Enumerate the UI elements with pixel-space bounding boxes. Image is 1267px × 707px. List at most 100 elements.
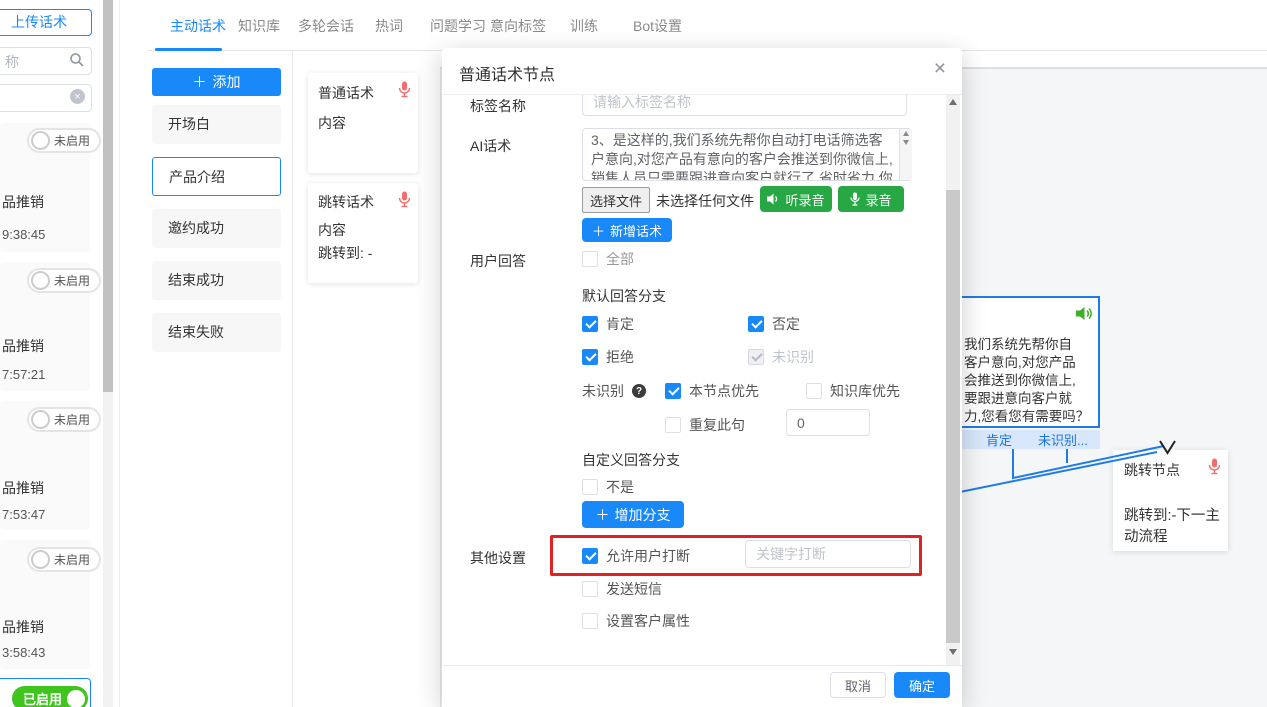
listen-recording-button[interactable]: 听录音 (760, 186, 832, 212)
modal-header: 普通话术节点 × (442, 48, 962, 95)
clear-icon[interactable]: × (70, 89, 85, 104)
add-script-label: 新增话术 (610, 221, 662, 240)
add-flow-button[interactable]: ＋ 添加 (152, 68, 281, 96)
ai-script-textarea[interactable]: 3、是这样的,我们系统先帮你自动打电话筛选客户意向,对您产品有意向的客户会推送到… (582, 128, 912, 181)
enable-toggle[interactable]: 未启用 (27, 547, 101, 572)
node-edit-modal: 普通话术节点 × 标签名称 AI话术 3、是这样的,我们系统先帮你自动打电话筛选… (442, 48, 962, 707)
bubble-text-line: 力,您看您有需要吗？ (964, 405, 1089, 425)
flow-item-end-success[interactable]: 结束成功 (152, 261, 281, 300)
checkbox-row-all: 全部 (582, 250, 634, 268)
add-script-button[interactable]: ＋ 新增话术 (582, 218, 672, 242)
branch-tab-affirm[interactable]: 肯定 (986, 430, 1012, 449)
jump-node-target: 跳转到:-下一主动流程 (1124, 506, 1222, 548)
help-icon[interactable]: ? (632, 384, 646, 398)
choose-file-button[interactable]: 选择文件 (582, 187, 650, 213)
enable-toggle[interactable]: 未启用 (27, 268, 101, 293)
record-button[interactable]: 录音 (838, 186, 904, 212)
plus-icon: ＋ (596, 505, 610, 525)
enable-toggle-on[interactable]: 已启用 (12, 686, 88, 707)
script-card-title: 品推销 (2, 336, 44, 356)
checkbox-row-repeat: 重复此句 (665, 416, 745, 434)
checkbox-affirm-label: 肯定 (606, 314, 634, 334)
unrecognized-label-row: 未识别 ? (582, 382, 646, 400)
node-card-jump-target: 跳转到: - (318, 243, 372, 263)
checkbox-row-kb-first: 知识库优先 (806, 382, 900, 400)
checkbox-unrecognized-label: 未识别 (772, 347, 814, 367)
tab-knowledge-base[interactable]: 知识库 (238, 13, 280, 39)
listen-recording-label: 听录音 (785, 190, 824, 209)
confirm-button[interactable]: 确定 (894, 672, 950, 698)
speaker-icon (767, 193, 780, 205)
flow-item-end-fail[interactable]: 结束失败 (152, 313, 281, 352)
toggle-label: 已启用 (23, 689, 62, 707)
checkbox-row-unrecognized: 未识别 (748, 348, 814, 366)
checkbox-affirm[interactable] (582, 316, 598, 332)
add-branch-button[interactable]: ＋ 增加分支 (582, 501, 684, 528)
scroll-down-arrow-icon[interactable] (949, 649, 957, 655)
tab-intent-tags[interactable]: 意向标签 (490, 13, 546, 39)
mic-icon (1208, 458, 1221, 475)
toggle-knob (31, 550, 50, 569)
script-card-title: 品推销 (2, 478, 44, 498)
checkbox-negative-label: 否定 (772, 314, 800, 334)
close-icon[interactable]: × (934, 58, 946, 79)
checkbox-row-node-first: 本节点优先 (665, 382, 759, 400)
cancel-button[interactable]: 取消 (830, 672, 886, 698)
textarea-scrollbar[interactable] (899, 129, 912, 180)
speaker-icon[interactable] (1076, 306, 1093, 321)
jump-node-card[interactable]: 跳转节点 跳转到:-下一主动流程 (1113, 450, 1228, 551)
checkbox-interrupt[interactable] (582, 548, 598, 564)
tab-bot-settings[interactable]: Bot设置 (633, 13, 682, 39)
checkbox-sms[interactable] (582, 581, 598, 597)
jump-node-title: 跳转节点 (1124, 460, 1180, 480)
checkbox-node-first[interactable] (665, 383, 681, 399)
mic-icon (850, 192, 860, 206)
upload-script-button[interactable]: 上传话术 (0, 9, 92, 36)
checkbox-not-label: 不是 (606, 477, 634, 497)
checkbox-negative[interactable] (748, 316, 764, 332)
checkbox-kb-first[interactable] (806, 383, 822, 399)
bubble-text-line: 要跟进意向客户就 (964, 387, 1072, 407)
flow-column-divider (292, 51, 293, 707)
tab-hot-words[interactable]: 热词 (375, 13, 403, 39)
tab-question-learning[interactable]: 问题学习 (430, 13, 486, 39)
toggle-knob (31, 131, 50, 150)
flow-item-product-intro[interactable]: 产品介绍 (152, 157, 281, 196)
keyword-interrupt-input[interactable] (745, 540, 911, 568)
app-root: 主动话术 知识库 多轮会话 热词 问题学习 意向标签 训练 Bot设置 上传话术… (0, 0, 1267, 707)
checkbox-repeat[interactable] (665, 417, 681, 433)
flow-item-opening[interactable]: 开场白 (152, 105, 281, 144)
checkbox-row-interrupt: 允许用户打断 (582, 547, 690, 565)
scroll-down-arrow-icon[interactable] (903, 140, 909, 145)
repeat-count-input[interactable] (786, 409, 870, 436)
enable-toggle[interactable]: 未启用 (27, 407, 101, 432)
bubble-text-line: 客户意向,对您产品 (964, 351, 1076, 371)
toggle-knob (67, 690, 85, 707)
node-card-jump-script[interactable]: 跳转话术 内容 跳转到: - (308, 183, 418, 283)
plus-icon: ＋ (193, 72, 207, 92)
tab-training[interactable]: 训练 (570, 13, 598, 39)
enable-toggle[interactable]: 未启用 (27, 128, 101, 153)
scroll-up-arrow-icon[interactable] (949, 99, 957, 105)
checkbox-all[interactable] (582, 251, 598, 267)
custom-branch-title: 自定义回答分支 (582, 450, 680, 470)
script-card-title: 品推销 (2, 617, 44, 637)
scroll-up-arrow-icon[interactable] (903, 131, 909, 136)
branch-tab-unrecognized[interactable]: 未识别... (1038, 430, 1088, 449)
bubble-text-line: 我们系统先帮你自 (964, 333, 1072, 353)
field-user-answer: 用户回答 (470, 251, 526, 271)
checkbox-not[interactable] (582, 479, 598, 495)
search-icon[interactable] (69, 52, 85, 68)
checkbox-unrecognized[interactable] (748, 349, 764, 365)
modal-scrollbar-thumb[interactable] (946, 190, 960, 643)
checkbox-refuse[interactable] (582, 349, 598, 365)
script-card-time: 3:58:43 (2, 645, 45, 660)
checkbox-customer-attr[interactable] (582, 613, 598, 629)
modal-footer-divider (442, 665, 962, 666)
tab-main-script[interactable]: 主动话术 (170, 13, 226, 39)
sidebar-scrollbar-thumb[interactable] (103, 0, 113, 392)
checkbox-all-label: 全部 (606, 249, 634, 269)
tab-multi-round[interactable]: 多轮会话 (298, 13, 354, 39)
flow-item-invite-success[interactable]: 邀约成功 (152, 209, 281, 248)
node-card-normal-script[interactable]: 普通话术 内容 (308, 73, 418, 173)
